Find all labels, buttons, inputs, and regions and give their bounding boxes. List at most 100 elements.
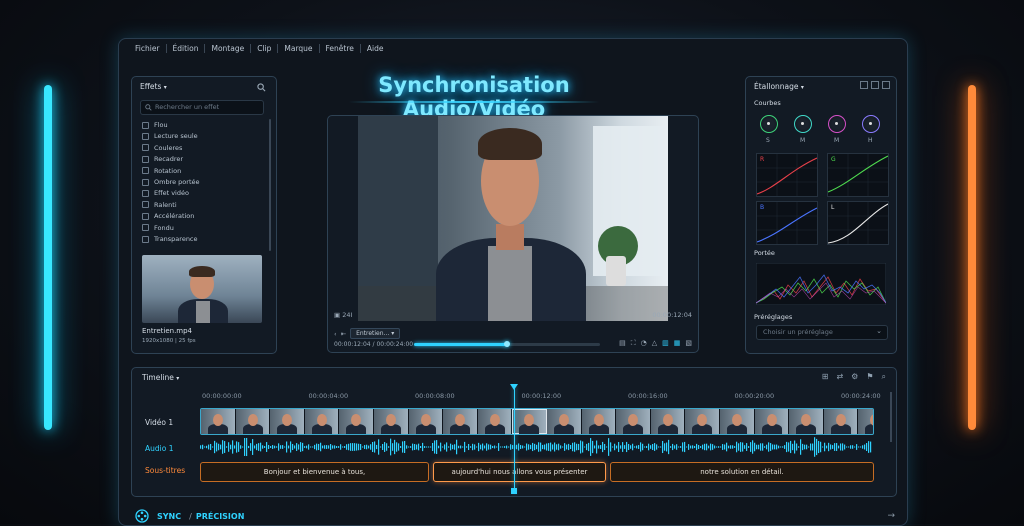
video-track[interactable] — [200, 408, 874, 435]
curve-editor[interactable]: L — [827, 201, 889, 245]
effect-checkbox[interactable] — [142, 121, 149, 129]
effect-item[interactable]: Lecture seule — [142, 132, 198, 140]
effect-item[interactable]: Accélération — [142, 212, 194, 220]
menu-item[interactable]: Fenêtre — [320, 43, 361, 53]
layout-icon[interactable]: ▦ — [674, 339, 681, 348]
overlay-icon[interactable]: ▧ — [685, 339, 692, 348]
video-frame-thumbnail[interactable] — [512, 409, 547, 434]
video-frame-thumbnail[interactable] — [823, 409, 859, 434]
effects-scrollbar[interactable] — [269, 119, 271, 251]
video-frame-thumbnail[interactable] — [408, 409, 444, 434]
video-frame-thumbnail[interactable] — [581, 409, 617, 434]
subtitle-clip[interactable]: Bonjour et bienvenue à tous, — [200, 462, 429, 482]
effect-item[interactable]: Recadrer — [142, 155, 183, 163]
effects-title[interactable]: Effets ▾ — [140, 82, 167, 91]
playhead[interactable] — [514, 386, 515, 494]
effect-item[interactable]: Rotation — [142, 167, 181, 175]
effect-checkbox[interactable] — [142, 178, 149, 186]
settings-icon[interactable]: ⚙ — [851, 372, 858, 382]
thumbnail-head — [316, 414, 327, 426]
effect-item[interactable]: Transparence — [142, 235, 198, 243]
menu-item[interactable]: Montage — [205, 43, 252, 53]
color-wheel[interactable] — [760, 115, 778, 133]
curve-editor[interactable]: G — [827, 153, 889, 197]
video-frame-thumbnail[interactable] — [719, 409, 755, 434]
effect-checkbox[interactable] — [142, 132, 149, 140]
video-frame-thumbnail[interactable] — [373, 409, 409, 434]
subtitle-clip[interactable]: notre solution en détail. — [610, 462, 874, 482]
preset-select[interactable]: Choisir un préréglage ⌄ — [756, 325, 888, 340]
prev-icon[interactable]: ‹ — [334, 330, 337, 338]
effect-checkbox[interactable] — [142, 201, 149, 209]
fullscreen-icon[interactable]: ⛶ — [631, 339, 636, 348]
clip-select[interactable]: Entretien... ▾ — [350, 328, 401, 339]
video-frame-thumbnail[interactable] — [235, 409, 271, 434]
color-wheel[interactable] — [862, 115, 880, 133]
video-frame[interactable] — [358, 116, 668, 321]
video-frame-thumbnail[interactable] — [754, 409, 790, 434]
video-frame-thumbnail[interactable] — [858, 409, 873, 434]
video-frame-thumbnail[interactable] — [546, 409, 582, 434]
settings-icon[interactable] — [860, 81, 868, 89]
curve-editor[interactable]: B — [756, 201, 818, 245]
video-frame-thumbnail[interactable] — [616, 409, 651, 434]
video-frame-thumbnail[interactable] — [789, 409, 824, 434]
effect-checkbox[interactable] — [142, 235, 149, 243]
effect-checkbox[interactable] — [142, 212, 149, 220]
video-frame-thumbnail[interactable] — [685, 409, 720, 434]
zoom-icon[interactable]: ⌕ — [882, 372, 886, 382]
effect-checkbox[interactable] — [142, 167, 149, 175]
grading-title[interactable]: Étallonnage ▾ — [754, 82, 804, 91]
marker-icon[interactable]: ⚑ — [866, 372, 873, 382]
color-wheel[interactable] — [828, 115, 846, 133]
playhead-handle[interactable] — [510, 384, 518, 390]
menu-item[interactable]: Marque — [278, 43, 320, 53]
effect-item[interactable]: Flou — [142, 121, 168, 129]
effect-item[interactable]: Couleres — [142, 144, 182, 152]
snap-icon[interactable]: ⊞ — [822, 372, 829, 382]
close-icon[interactable] — [882, 81, 890, 89]
menu-item[interactable]: Aide — [361, 44, 390, 53]
timeline-scrollbar[interactable] — [890, 392, 892, 442]
effect-checkbox[interactable] — [142, 189, 149, 197]
audio-icon[interactable]: ◔ — [641, 339, 647, 348]
effects-search-input[interactable] — [155, 103, 255, 111]
curve-editor[interactable]: R — [756, 153, 818, 197]
video-frame-thumbnail[interactable] — [201, 409, 236, 434]
search-icon[interactable] — [257, 83, 266, 92]
minimize-icon[interactable] — [871, 81, 879, 89]
video-frame-thumbnail[interactable] — [443, 409, 478, 434]
effect-checkbox[interactable] — [142, 224, 149, 232]
timeline-title[interactable]: Timeline ▾ — [142, 373, 179, 382]
scrub-bar[interactable] — [414, 341, 600, 347]
video-frame-thumbnail[interactable] — [650, 409, 686, 434]
scrub-handle[interactable] — [504, 341, 510, 347]
effect-item[interactable]: Effet vidéo — [142, 189, 189, 197]
link-icon[interactable]: ⇄ — [836, 372, 843, 382]
video-frame-thumbnail[interactable] — [270, 409, 305, 434]
effects-search-field[interactable] — [140, 100, 264, 115]
menu-item[interactable]: Édition — [167, 43, 206, 53]
waveform-bar — [612, 446, 614, 448]
video-frame-thumbnail[interactable] — [477, 409, 513, 434]
waveform-bar — [676, 444, 678, 450]
menu-item[interactable]: Fichier — [129, 43, 167, 53]
waveform-bar — [386, 443, 388, 451]
video-frame-thumbnail[interactable] — [304, 409, 340, 434]
effect-item[interactable]: Fondu — [142, 224, 174, 232]
effect-checkbox[interactable] — [142, 155, 149, 163]
subtitle-clip[interactable]: aujourd'hui nous allons vous présenter — [433, 462, 606, 482]
marker-icon[interactable]: △ — [652, 339, 657, 348]
clip-thumbnail[interactable] — [142, 255, 262, 323]
grid-icon[interactable]: ▤ — [619, 339, 626, 348]
color-wheel[interactable] — [794, 115, 812, 133]
audio-waveform[interactable] — [200, 436, 872, 458]
effect-item[interactable]: Ralenti — [142, 201, 177, 209]
rewind-icon[interactable]: ⇤ — [341, 330, 346, 338]
video-frame-thumbnail[interactable] — [339, 409, 374, 434]
menu-item[interactable]: Clip — [251, 43, 279, 53]
waveform-bar — [808, 446, 810, 448]
effect-item[interactable]: Ombre portée — [142, 178, 200, 186]
effect-checkbox[interactable] — [142, 144, 149, 152]
split-view-icon[interactable]: ▥ — [662, 339, 669, 348]
